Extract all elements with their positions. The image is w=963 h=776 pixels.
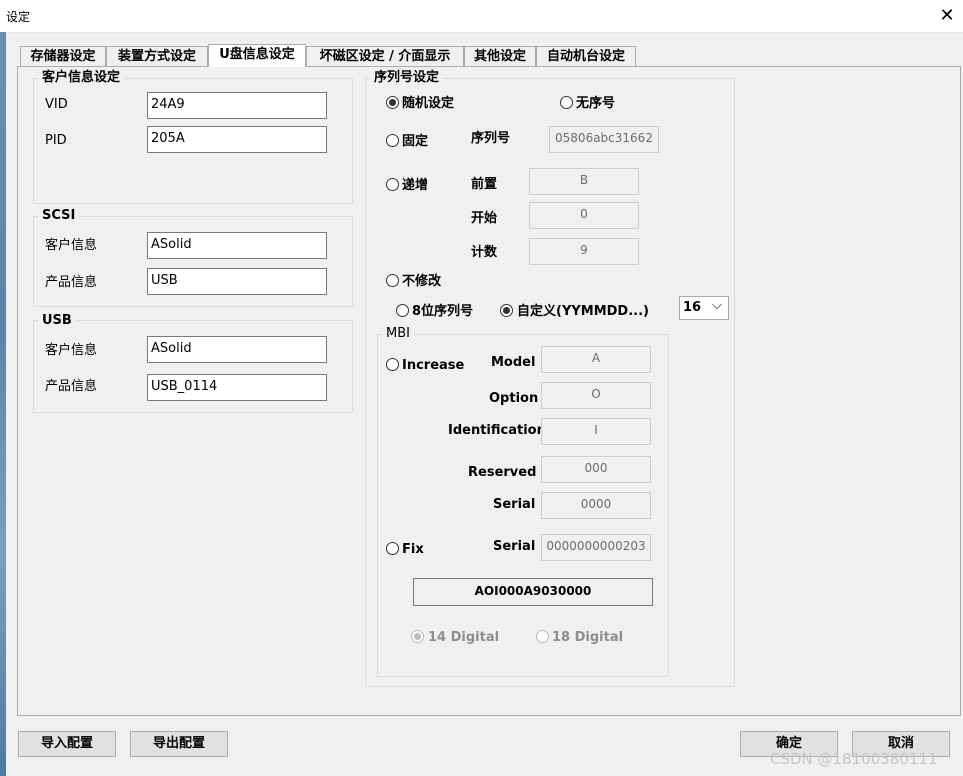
vid-input[interactable]: 24A9 — [147, 92, 327, 119]
start-field[interactable]: 0 — [529, 202, 639, 229]
chevron-down-icon: ⌵ — [712, 298, 722, 313]
pid-input[interactable]: 205A — [147, 126, 327, 153]
increment-radio[interactable] — [386, 178, 399, 191]
tab-udisk-info[interactable]: U盘信息设定 — [208, 44, 306, 67]
scsi-product-input[interactable]: USB — [147, 268, 327, 295]
scsi-vendor-label: 客户信息 — [45, 238, 98, 253]
import-config-button[interactable]: 导入配置 — [18, 731, 116, 757]
length-select[interactable]: 16 ⌵ — [679, 296, 729, 320]
tab-storage[interactable]: 存储器设定 — [20, 46, 106, 66]
model-field[interactable]: A — [541, 346, 651, 373]
identification-field[interactable]: I — [541, 418, 651, 445]
fix-radio[interactable] — [386, 542, 399, 555]
increase-label: Increase — [402, 358, 465, 373]
reserved-field[interactable]: 000 — [541, 456, 651, 483]
custom-radio[interactable] — [500, 304, 513, 317]
serial-no-label: 序列号 — [471, 131, 511, 146]
start-label: 开始 — [471, 211, 498, 226]
prefix-label: 前置 — [471, 177, 498, 192]
count-label: 计数 — [471, 245, 498, 260]
eight-digit-label: 8位序列号 — [412, 304, 474, 319]
usb-vendor-label: 客户信息 — [45, 343, 98, 358]
reserved-label: Reserved — [468, 465, 537, 480]
count-field[interactable]: 9 — [529, 238, 639, 265]
customer-info-title: 客户信息设定 — [38, 70, 125, 86]
nochange-label: 不修改 — [402, 274, 442, 289]
tab-auto-machine[interactable]: 自动机台设定 — [536, 46, 636, 66]
no-serial-label: 无序号 — [576, 96, 616, 111]
fix-serial-label: Serial — [493, 539, 536, 554]
watermark: CSDN @18100380111 — [770, 750, 938, 768]
usb-title: USB — [38, 313, 76, 329]
random-radio[interactable] — [386, 96, 399, 109]
increment-label: 递增 — [402, 178, 429, 193]
prefix-field[interactable]: B — [529, 168, 639, 195]
tab-device-mode[interactable]: 装置方式设定 — [106, 46, 208, 66]
fix-label: Fix — [402, 542, 424, 557]
digit18-label: 18 Digital — [552, 630, 624, 645]
digit18-radio[interactable] — [536, 630, 549, 643]
identification-label: Identification — [448, 423, 546, 438]
custom-label: 自定义(YYMMDD...) — [517, 304, 649, 319]
desktop-background-strip — [0, 32, 6, 776]
model-label: Model — [491, 355, 536, 370]
fixed-label: 固定 — [402, 134, 429, 149]
serial-no-field[interactable]: 05806abc31662 — [549, 126, 659, 153]
no-serial-radio[interactable] — [560, 96, 573, 109]
fixed-radio[interactable] — [386, 134, 399, 147]
random-label: 随机设定 — [402, 96, 455, 111]
serial-label: Serial — [493, 497, 536, 512]
tab-other[interactable]: 其他设定 — [464, 46, 536, 66]
length-select-value: 16 — [683, 300, 702, 315]
scsi-vendor-input[interactable]: ASolid — [147, 232, 327, 259]
export-config-button[interactable]: 导出配置 — [130, 731, 228, 757]
eight-digit-radio[interactable] — [396, 304, 409, 317]
scsi-product-label: 产品信息 — [45, 275, 98, 290]
digit14-radio[interactable] — [411, 630, 424, 643]
pid-label: PID — [45, 133, 67, 148]
nochange-radio[interactable] — [386, 274, 399, 287]
option-label: Option — [489, 391, 539, 406]
mbi-result-field[interactable]: AOI000A9030000 — [413, 578, 653, 606]
scsi-title: SCSI — [38, 208, 80, 224]
usb-product-label: 产品信息 — [45, 379, 98, 394]
window-title: 设定 — [6, 10, 31, 24]
tab-bad-block[interactable]: 坏磁区设定 / 介面显示 — [306, 46, 464, 66]
mbi-title: MBI — [382, 326, 414, 342]
digit14-label: 14 Digital — [428, 630, 500, 645]
usb-vendor-input[interactable]: ASolid — [147, 336, 327, 363]
close-icon[interactable]: ✕ — [934, 4, 960, 28]
vid-label: VID — [45, 97, 68, 112]
option-field[interactable]: O — [541, 382, 651, 409]
serial-title: 序列号设定 — [370, 70, 444, 86]
title-bar: 设定 ✕ — [0, 0, 963, 33]
serial-field[interactable]: 0000 — [541, 492, 651, 519]
usb-product-input[interactable]: USB_0114 — [147, 374, 327, 401]
increase-radio[interactable] — [386, 358, 399, 371]
fix-serial-field[interactable]: 0000000000203 — [541, 534, 651, 561]
